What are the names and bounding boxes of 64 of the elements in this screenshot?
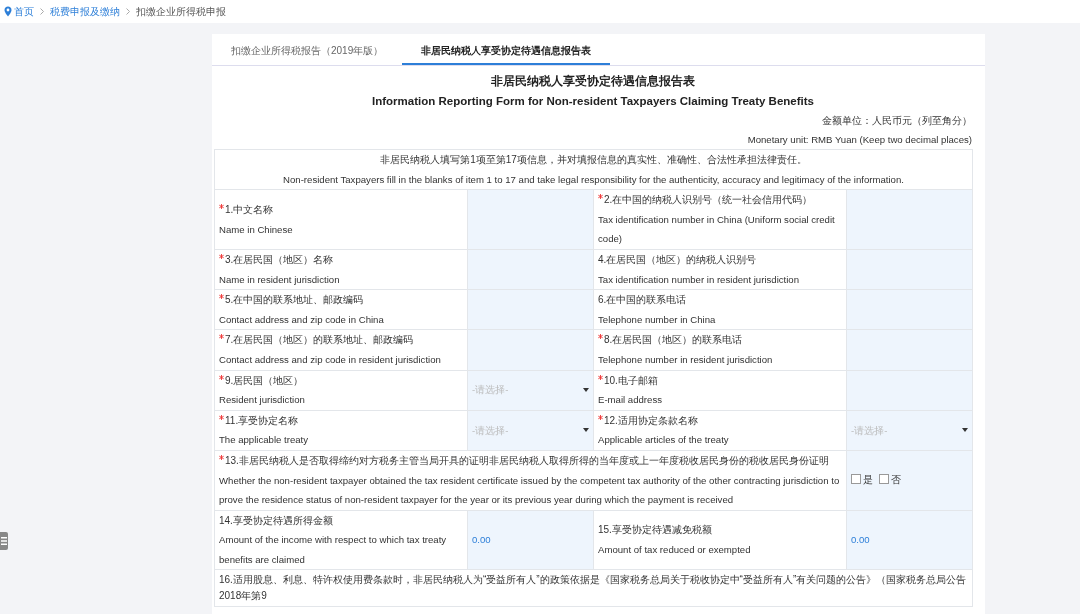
notice-text-english: Non-resident Taxpayers fill in the blanks of item 1 to 17 and take legal responsibility for the authenticity, accuracy and legitimacy of the information. <box>282 172 905 187</box>
field-label: 14.享受协定待遇所得金额 <box>219 513 334 528</box>
input-field[interactable] <box>467 329 594 371</box>
side-panel-handle[interactable] <box>0 532 8 550</box>
caret-icon <box>962 428 969 433</box>
home-link[interactable]: 首页 <box>4 4 34 19</box>
field-label: 8.在居民国（地区）的联系电话 <box>598 330 842 350</box>
field-label-english: Tax identification number in China (Uniform social credit code) <box>598 212 836 247</box>
input-field[interactable] <box>846 249 973 290</box>
input-field[interactable] <box>467 289 594 330</box>
input-field[interactable] <box>467 249 594 290</box>
field-label: 4.在居民国（地区）的纳税人识别号 <box>598 252 758 267</box>
caret-icon <box>583 428 589 433</box>
field-label: 10.电子邮箱 <box>598 370 842 391</box>
field-label-english: Resident jurisdiction <box>219 393 306 408</box>
field-label-english: Telephone number in China <box>598 312 717 327</box>
chevron-right-icon <box>40 8 44 15</box>
tab[interactable]: 扣缴企业所得税报告（2019年版） <box>212 34 403 65</box>
field-label-english: Amount of tax reduced or exempted <box>598 543 752 558</box>
field-label-english: Amount of the income with respect to which tax treaty benefits are claimed <box>219 533 448 567</box>
form-title: 非居民纳税人享受协定待遇信息报告表 <box>490 73 696 89</box>
caret-icon <box>583 388 589 393</box>
field-label-english: Whether the non-resident taxpayer obtained the tax resident certificate issued by the competent tax authority of the other contracting jurisdiction to prove the residence status of non-resident taxpayer for the year or its previous year during which the payment is received <box>219 473 841 508</box>
field-label: 2.在中国的纳税人识别号（统一社会信用代码） <box>598 190 842 210</box>
field-label-english: Contact address and zip code in resident jurisdiction <box>219 352 442 367</box>
checkbox-option[interactable]: 否 <box>879 469 901 490</box>
field-label: 3.在居民国（地区）名称 <box>219 249 463 270</box>
breadcrumb-link[interactable]: 税费申报及缴纳 <box>50 4 120 19</box>
input-field[interactable] <box>846 189 973 250</box>
tab[interactable]: 非居民纳税人享受协定待遇信息报告表 <box>402 34 611 65</box>
field-label-english: Contact address and zip code in China <box>219 312 385 327</box>
field-label-english: Tax identification number in resident jurisdiction <box>598 272 801 287</box>
amount-value: 0.00 <box>472 534 491 546</box>
location-pin-icon <box>4 6 12 17</box>
field-label: 5.在中国的联系地址、邮政编码 <box>219 290 463 310</box>
field-label-english: E-mail address <box>598 393 663 408</box>
input-field[interactable] <box>467 189 594 250</box>
checkbox-option[interactable]: 是 <box>851 469 873 490</box>
field-label-english: Name in resident jurisdiction <box>219 272 341 287</box>
currency-unit-english: Monetary unit: RMB Yuan (Keep two decimal places) <box>746 133 972 147</box>
field-label: 12.适用协定条款名称 <box>598 410 842 431</box>
field-label: 7.在居民国（地区）的联系地址、邮政编码 <box>219 330 463 350</box>
amount-value: 0.00 <box>851 534 870 546</box>
field-label: 9.居民国（地区） <box>219 370 463 391</box>
field-label: 13.非居民纳税人是否取得缔约对方税务主管当局开具的证明非居民纳税人取得所得的当年度或上一年度税收居民身份的税收居民身份证明 <box>219 450 842 471</box>
input-field[interactable] <box>846 370 973 411</box>
field-label: 16.适用股息、利息、特许权使用费条款时，非居民纳税人为“受益所有人”的政策依据是《国家税务总局关于税收协定中“受益所有人”有关问题的公告》（国家税务总局公告2018年第9 <box>219 573 968 604</box>
field-label-english: Telephone number in resident jurisdiction <box>598 352 774 367</box>
field-label-english: Applicable articles of the treaty <box>598 433 730 448</box>
menu-icon <box>1 537 7 545</box>
input-field[interactable] <box>846 329 973 371</box>
notice-text: 非居民纳税人填写第1项至第17项信息，并对填报信息的真实性、准确性、合法性承担法律责任。 <box>379 153 808 167</box>
field-label-english: The applicable treaty <box>219 433 310 448</box>
field-label: 1.中文名称 <box>219 200 463 220</box>
breadcrumb-text: 首页 <box>14 4 34 19</box>
field-label: 11.享受协定名称 <box>219 410 463 431</box>
input-field[interactable] <box>846 289 973 330</box>
currency-unit: 金额单位：人民币元（列至角分） <box>821 114 972 128</box>
breadcrumb-current: 扣缴企业所得税申报 <box>136 4 226 19</box>
form-title-english: Information Reporting Form for Non-resident Taxpayers Claiming Treaty Benefits <box>371 94 815 109</box>
chevron-right-icon <box>126 8 130 15</box>
field-label-english: Name in Chinese <box>219 222 294 237</box>
field-label: 6.在中国的联系电话 <box>598 293 688 308</box>
field-label: 15.享受协定待遇减免税额 <box>598 523 713 538</box>
